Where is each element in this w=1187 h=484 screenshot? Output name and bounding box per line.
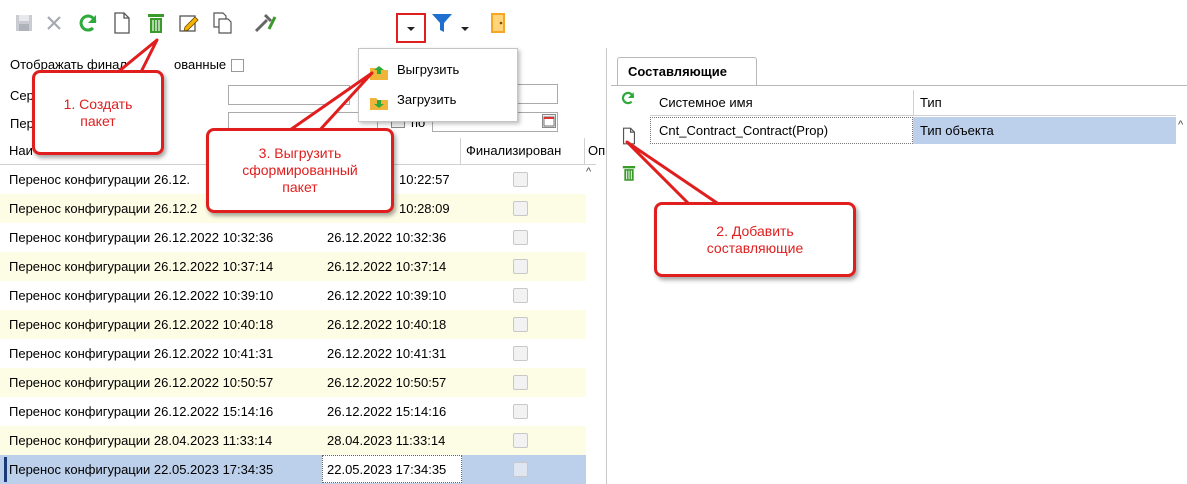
callout-step1: 1. Создать пакет [32, 70, 164, 155]
callout-step2: 2. Добавить составляющие [654, 202, 856, 277]
callout-arrows [116, 38, 722, 207]
callout-step3: 3. Выгрузить сформированный пакет [206, 128, 394, 213]
